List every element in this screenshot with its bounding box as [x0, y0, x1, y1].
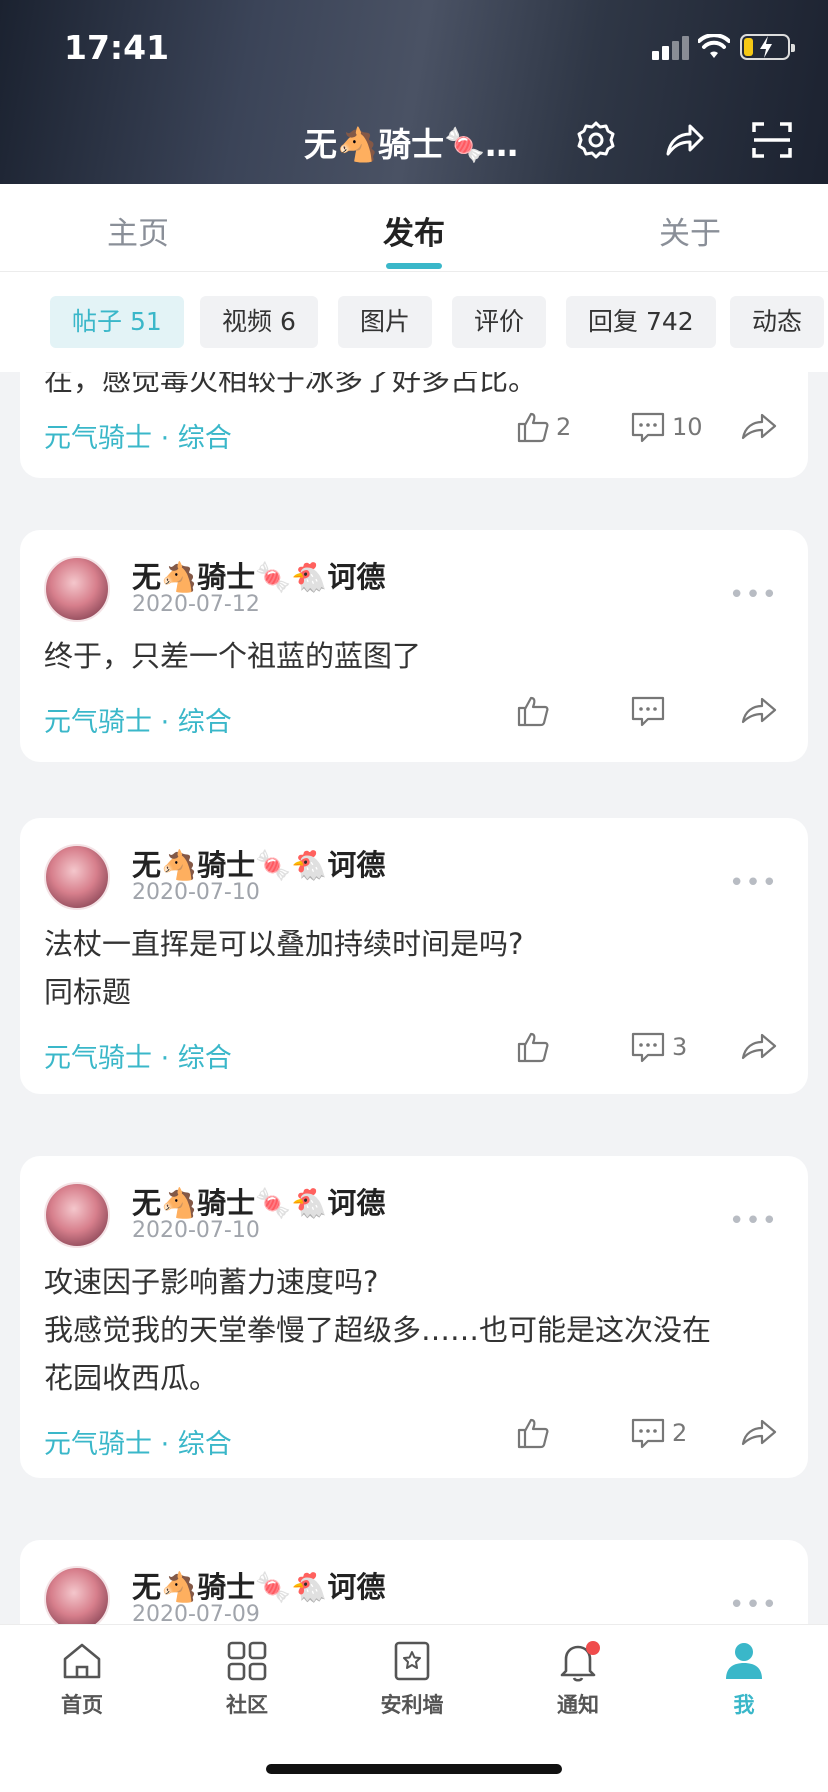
post-date: 2020-07-10: [132, 1218, 260, 1243]
settings-gear-icon[interactable]: [574, 118, 618, 162]
nav-community[interactable]: 社区: [187, 1639, 307, 1719]
author-name[interactable]: 无🐴骑士🍬🐔诃德: [132, 1180, 385, 1222]
recommend-wall-icon: [394, 1641, 430, 1681]
nav-community-label: 社区: [226, 1693, 268, 1717]
comment-icon: [631, 1418, 665, 1449]
post-content-line: 终于，只差一个祖蓝的蓝图了: [44, 639, 422, 673]
profile-header: 17:41 无🐴骑士🍬…: [0, 0, 828, 184]
tab-posts[interactable]: 发布: [383, 208, 445, 253]
comment-button[interactable]: 3: [630, 1030, 687, 1064]
cellular-signal-icon: [652, 36, 689, 60]
post-card[interactable]: 无🐴骑士🍬🐔诃德 2020-07-10 ••• 攻速因子影响蓄力速度吗? 我感觉…: [20, 1156, 808, 1478]
comment-count: 2: [672, 1419, 688, 1447]
filter-activity[interactable]: 动态: [730, 296, 825, 348]
post-card[interactable]: 无🐴骑士🍬🐔诃德 2020-07-10 ••• 法杖一直挥是可以叠加持续时间是吗…: [20, 818, 808, 1094]
post-date: 2020-07-12: [132, 592, 260, 617]
comment-icon: [631, 696, 665, 727]
author-name[interactable]: 无🐴骑士🍬🐔诃德: [132, 842, 385, 884]
post-content-line: 攻速因子影响蓄力速度吗?: [44, 1265, 379, 1299]
post-content-line: 法杖一直挥是可以叠加持续时间是吗?: [44, 927, 524, 961]
profile-tabs: 主页 发布 关于: [0, 184, 828, 272]
post-content-line: 同标题: [44, 975, 132, 1009]
share-post-button[interactable]: [740, 1030, 778, 1062]
post-date: 2020-07-09: [132, 1602, 260, 1624]
avatar[interactable]: [44, 556, 110, 622]
nav-home[interactable]: 首页: [22, 1639, 142, 1719]
post-content-line: 在，感觉毒火相较于冰多了好多占比。: [44, 372, 538, 397]
post-tag[interactable]: 元气骑士 · 综合: [44, 416, 232, 455]
post-tag[interactable]: 元气骑士 · 综合: [44, 1036, 232, 1075]
comment-icon: [631, 1032, 665, 1063]
post-content-line: 我感觉我的天堂拳慢了超级多……也可能是这次没在: [44, 1313, 712, 1347]
post-card[interactable]: 无🐴骑士🍬🐔诃德 2020-07-09 •••: [20, 1540, 808, 1624]
nav-recommend-wall[interactable]: 安利墙: [352, 1639, 472, 1719]
nav-home-label: 首页: [61, 1693, 103, 1717]
share-post-button[interactable]: [740, 410, 778, 442]
author-name[interactable]: 无🐴骑士🍬🐔诃德: [132, 1564, 385, 1606]
home-indicator: [266, 1764, 562, 1774]
like-button[interactable]: [516, 1416, 556, 1450]
like-button[interactable]: [516, 694, 556, 728]
filter-posts[interactable]: 帖子 51: [50, 296, 184, 348]
comment-button[interactable]: 10: [630, 410, 703, 444]
thumbs-up-icon: [517, 1418, 549, 1449]
active-tab-indicator: [386, 263, 442, 269]
comment-button[interactable]: [630, 694, 672, 728]
post-tag[interactable]: 元气骑士 · 综合: [44, 700, 232, 739]
like-button[interactable]: 2: [516, 410, 571, 444]
more-options-icon[interactable]: •••: [729, 868, 778, 898]
avatar[interactable]: [44, 1182, 110, 1248]
comment-icon: [631, 412, 665, 443]
battery-icon: [740, 34, 795, 60]
filter-reviews[interactable]: 评价: [452, 296, 547, 348]
header-username: 无🐴骑士🍬…: [304, 125, 519, 164]
tab-about[interactable]: 关于: [659, 208, 721, 253]
post-card[interactable]: 无🐴骑士🍬🐔诃德 2020-07-12 ••• 终于，只差一个祖蓝的蓝图了 元气…: [20, 530, 808, 762]
post-feed: 在，感觉毒火相较于冰多了好多占比。 元气骑士 · 综合 2 10 无🐴骑士🍬🐔诃…: [0, 372, 828, 1624]
post-tag[interactable]: 元气骑士 · 综合: [44, 1422, 232, 1461]
post-date: 2020-07-10: [132, 880, 260, 905]
author-name[interactable]: 无🐴骑士🍬🐔诃德: [132, 554, 385, 596]
filter-images[interactable]: 图片: [338, 296, 433, 348]
nav-me-label: 我: [733, 1693, 755, 1717]
share-icon: [741, 697, 777, 724]
share-icon: [741, 413, 777, 440]
wifi-icon: [698, 34, 730, 58]
avatar[interactable]: [44, 844, 110, 910]
like-button[interactable]: [516, 1030, 556, 1064]
share-post-button[interactable]: [740, 1416, 778, 1448]
filter-videos[interactable]: 视频 6: [200, 296, 318, 348]
like-count: 2: [556, 413, 572, 441]
nav-notifications[interactable]: 通知: [518, 1639, 638, 1719]
community-grid-icon: [227, 1641, 267, 1681]
post-content-line: 花园收西瓜。: [44, 1361, 219, 1395]
more-options-icon[interactable]: •••: [729, 1590, 778, 1620]
comment-count: 10: [672, 413, 703, 441]
thumbs-up-icon: [517, 412, 549, 443]
scan-icon[interactable]: [750, 118, 794, 162]
thumbs-up-icon: [517, 1032, 549, 1063]
nav-notifications-label: 通知: [557, 1693, 599, 1717]
tab-home[interactable]: 主页: [107, 208, 169, 253]
thumbs-up-icon: [517, 696, 549, 727]
share-icon[interactable]: [662, 118, 706, 162]
comment-count: 3: [672, 1033, 688, 1061]
more-options-icon[interactable]: •••: [729, 580, 778, 610]
home-icon: [63, 1643, 101, 1679]
post-card[interactable]: 在，感觉毒火相较于冰多了好多占比。 元气骑士 · 综合 2 10: [20, 372, 808, 478]
avatar[interactable]: [44, 1566, 110, 1624]
share-post-button[interactable]: [740, 694, 778, 726]
status-time: 17:41: [64, 28, 170, 67]
more-options-icon[interactable]: •••: [729, 1206, 778, 1236]
filter-chips: 帖子 51 视频 6 图片 评价 回复 742 动态: [0, 272, 828, 372]
nav-me[interactable]: 我: [684, 1639, 804, 1719]
comment-button[interactable]: 2: [630, 1416, 687, 1450]
notification-badge: [586, 1641, 600, 1655]
share-icon: [741, 1033, 777, 1060]
nav-recommend-wall-label: 安利墙: [380, 1693, 444, 1717]
share-icon: [741, 1419, 777, 1446]
profile-icon: [726, 1643, 762, 1679]
filter-replies[interactable]: 回复 742: [566, 296, 716, 348]
